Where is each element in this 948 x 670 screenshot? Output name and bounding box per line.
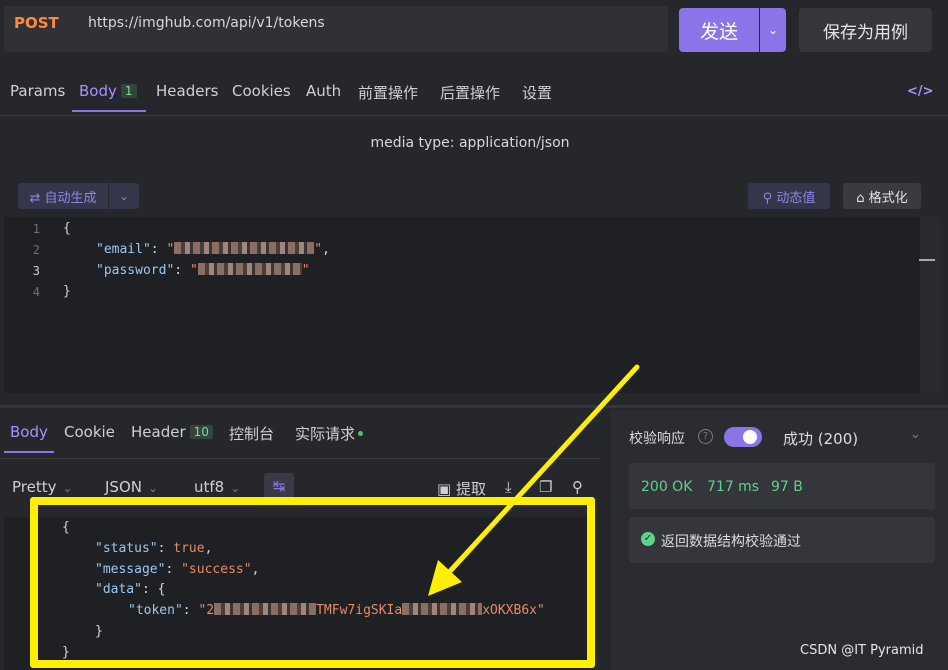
annotation-arrow-icon [428,364,640,596]
